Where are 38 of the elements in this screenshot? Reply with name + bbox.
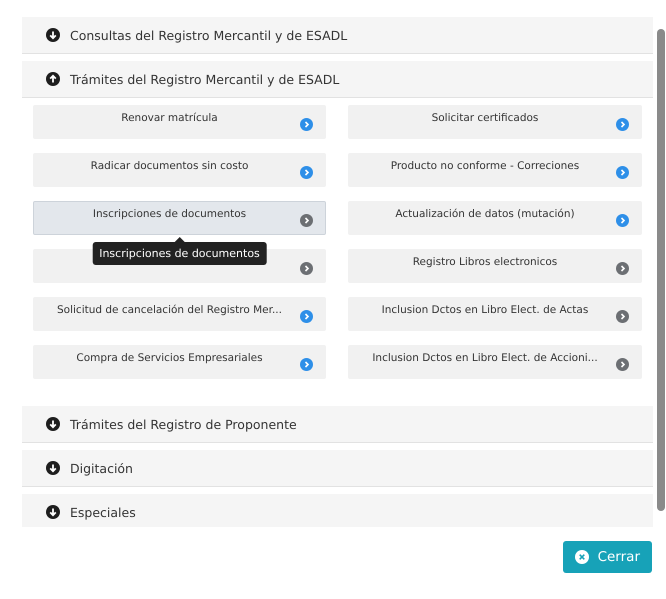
section-header[interactable]: Trámites del Registro Mercantil y de ESADL xyxy=(22,61,653,98)
section-header[interactable]: Especiales xyxy=(22,494,653,527)
tile-label: Producto no conforme - Correciones xyxy=(390,160,580,174)
tile-label: Inclusion Dctos en Libro Elect. de Accioni... xyxy=(372,352,598,366)
option-tile[interactable]: Solicitud de cancelación del Registro Mer... xyxy=(33,297,326,331)
arrow-down-circle-icon xyxy=(46,28,60,42)
tile-label: Compra de Servicios Empresariales xyxy=(76,352,263,366)
section-header[interactable]: Trámites del Registro de Proponente xyxy=(22,406,653,443)
tooltip: Inscripciones de documentos xyxy=(92,237,267,265)
option-tile[interactable]: Renovar matrícula xyxy=(33,105,326,139)
option-tile[interactable]: Compra de Servicios Empresariales xyxy=(33,345,326,379)
option-tile[interactable]: Registro Libros electronicos xyxy=(348,249,642,283)
section-title: Consultas del Registro Mercantil y de ESADL xyxy=(70,28,348,42)
tile-label: Renovar matrícula xyxy=(121,112,218,126)
close-circle-icon xyxy=(574,550,589,564)
option-tile[interactable]: Radicar documentos sin costo xyxy=(33,153,326,187)
arrow-down-circle-icon xyxy=(46,505,60,519)
option-tile[interactable]: Inclusion Dctos en Libro Elect. de Accioni... xyxy=(348,345,642,379)
section-header[interactable]: Digitación xyxy=(22,450,653,487)
tile-label: Radicar documentos sin costo xyxy=(90,160,248,174)
tile-label: Actualización de datos (mutación) xyxy=(395,208,575,222)
tile-label: Solicitar certificados xyxy=(432,112,538,126)
arrow-down-circle-icon xyxy=(46,417,60,431)
tile-label: Inclusion Dctos en Libro Elect. de Actas xyxy=(382,304,588,318)
section-title: Digitación xyxy=(70,460,133,476)
option-tile[interactable]: Producto no conforme - Correciones xyxy=(348,153,642,187)
section-header[interactable]: Consultas del Registro Mercantil y de ESADL xyxy=(22,17,653,54)
arrow-up-circle-icon xyxy=(46,72,60,86)
tile-label: Registro Libros electronicos xyxy=(412,256,558,270)
arrow-down-circle-icon xyxy=(46,461,60,475)
section-title: Especiales xyxy=(70,504,136,520)
tile-label: Solicitud de cancelación del Registro Mer... xyxy=(57,304,282,318)
option-tile[interactable]: Actualización de datos (mutación) xyxy=(348,201,642,235)
section-title: Trámites del Registro Mercantil y de ESADL xyxy=(70,72,340,86)
option-tile[interactable]: Inclusion Dctos en Libro Elect. de Actas xyxy=(348,297,642,331)
section-title: Trámites del Registro de Proponente xyxy=(70,416,297,432)
tile-label: Inscripciones de documentos xyxy=(92,208,246,222)
option-tile[interactable]: Solicitar certificados xyxy=(348,105,642,139)
